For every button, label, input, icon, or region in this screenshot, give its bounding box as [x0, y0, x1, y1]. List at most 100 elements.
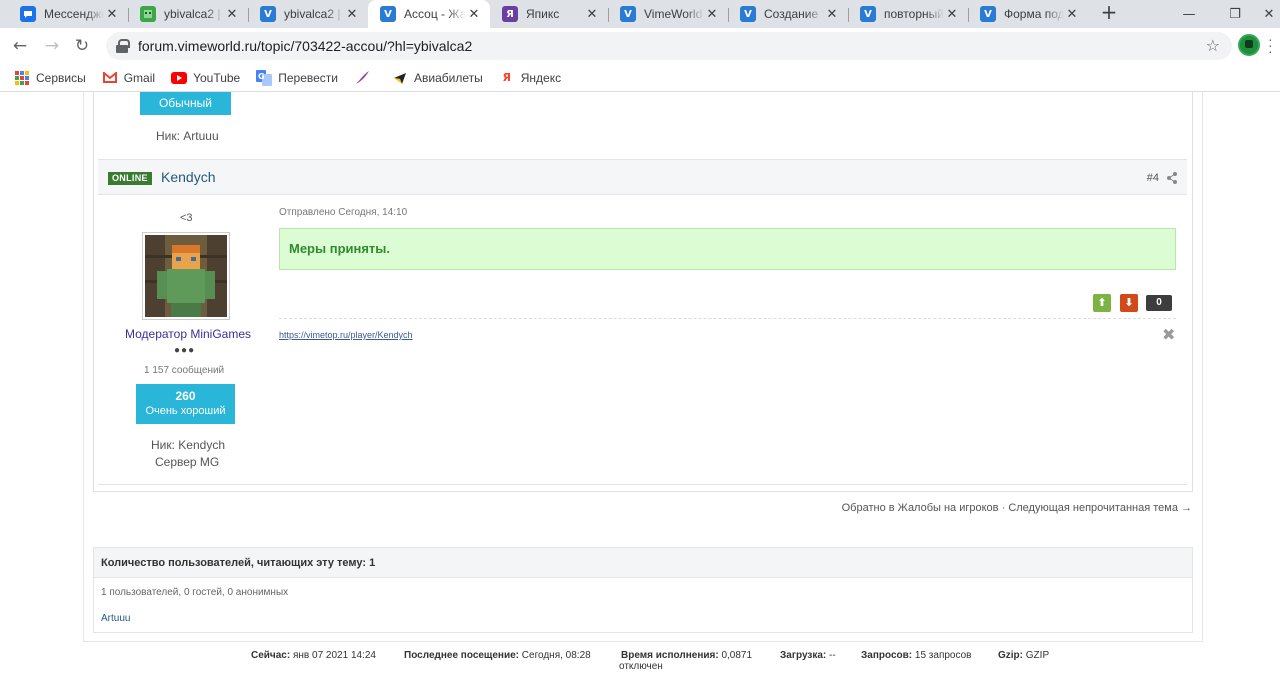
tab-title: Форма подачи: [1004, 7, 1064, 21]
browser-menu-icon[interactable]: · · ·: [1268, 32, 1273, 58]
bookmark-gmail[interactable]: Gmail: [102, 70, 155, 86]
stat-value: 15 запросов: [914, 650, 972, 661]
bookmark-services[interactable]: Сервисы: [14, 70, 86, 86]
close-tab-icon[interactable]: ✕: [224, 7, 240, 22]
tab-repeat[interactable]: V повторный ✕: [848, 0, 968, 28]
active-readers-box: Количество пользователей, читающих эту т…: [93, 547, 1193, 633]
tab-title: Создание темы: [764, 7, 824, 21]
footer-gzip-state: отключен: [619, 661, 663, 672]
back-to-forum-link[interactable]: Обратно в Жалобы на игроков: [842, 502, 999, 514]
tab-create-topic[interactable]: V Создание темы ✕: [728, 0, 848, 28]
close-tab-icon[interactable]: ✕: [704, 7, 720, 22]
stat-value: GZIP: [1025, 650, 1050, 661]
close-tab-icon[interactable]: ✕: [944, 7, 960, 22]
active-reader-link[interactable]: Artuuu: [101, 613, 130, 624]
user-nick: Ник: Kendych: [151, 438, 225, 452]
tab-strip: Мессенджер ✕ ybivalca2 | VimeWorld ✕ V y…: [0, 0, 1280, 28]
footer-now: Сейчас: янв 07 2021 14:24: [251, 650, 376, 661]
reputation-badge: 260 Очень хороший: [136, 384, 235, 424]
topic-navigation: Обратно в Жалобы на игроков · Следующая …: [842, 502, 1192, 514]
bookmark-yandex[interactable]: Я Яндекс: [499, 70, 561, 86]
new-tab-button[interactable]: +: [1098, 2, 1120, 24]
stat-label: Последнее посещение:: [404, 650, 520, 661]
rep-up-button[interactable]: ⬆: [1093, 294, 1111, 312]
share-icon[interactable]: [1167, 171, 1177, 184]
close-tab-icon[interactable]: ✕: [824, 7, 840, 22]
footer-last-visit: Последнее посещение: Сегодня, 08:28: [404, 650, 591, 661]
close-tab-icon[interactable]: ✕: [344, 7, 360, 22]
feather-icon: [354, 70, 370, 86]
apps-grid-icon: [14, 70, 30, 86]
bookmark-translate[interactable]: G Перевести: [256, 69, 338, 86]
tab-title: Мессенджер: [44, 7, 104, 21]
vimeworld-icon: V: [740, 6, 756, 22]
lock-icon[interactable]: [116, 39, 130, 53]
stat-value: янв 07 2021 14:24: [292, 650, 376, 661]
tab-assoc-active[interactable]: V Ассоц - Жалобы ✕: [368, 0, 490, 28]
tab-title: VimeWorld: [644, 7, 703, 21]
restore-button[interactable]: ❐: [1212, 0, 1258, 28]
bookmark-feather[interactable]: [354, 70, 376, 86]
ignore-signature-close-icon[interactable]: ✖: [1162, 325, 1175, 344]
message-text: Меры приняты.: [289, 241, 391, 256]
minimize-button[interactable]: —: [1166, 0, 1212, 28]
gmail-icon: [102, 70, 118, 86]
tab-title: ybivalca2 | VimeWorld: [164, 7, 224, 21]
stat-label: Загрузка:: [780, 650, 827, 661]
active-readers-header: Количество пользователей, читающих эту т…: [94, 548, 1192, 578]
bookmark-youtube[interactable]: YouTube: [171, 70, 240, 86]
tab-form[interactable]: V Форма подачи ✕: [968, 0, 1088, 28]
post-date: Отправлено Сегодня, 14:10: [279, 207, 408, 218]
active-readers-summary: 1 пользователей, 0 гостей, 0 анонимных: [101, 587, 289, 598]
url-text: forum.vimeworld.ru/topic/703422-accou/?h…: [138, 38, 473, 54]
bookmark-label: Яндекс: [520, 70, 562, 85]
next-unread-topic-link[interactable]: Следующая непрочитанная тема →: [1008, 502, 1192, 514]
forum-page: Обычный Ник: Artuuu ONLINE Kendych #4 <3: [0, 92, 1280, 680]
profile-avatar[interactable]: [1238, 34, 1260, 56]
close-tab-icon[interactable]: ✕: [584, 7, 600, 22]
post-number-link[interactable]: #4: [1147, 172, 1159, 184]
reputation-label: Очень хороший: [145, 405, 226, 417]
success-message-box: Меры приняты.: [279, 228, 1176, 270]
footer-load: Загрузка: --: [780, 650, 836, 661]
bookmarks-bar: Сервисы Gmail YouTube G Перевести Авиаби…: [0, 64, 1280, 92]
tab-messenger[interactable]: Мессенджер ✕: [8, 0, 128, 28]
rep-count-badge: 0: [1146, 295, 1172, 311]
nav-separator: ·: [998, 502, 1009, 514]
youtube-icon: [171, 70, 188, 86]
avatar[interactable]: [142, 232, 230, 320]
bookmark-avia[interactable]: Авиабилеты: [392, 70, 483, 86]
rep-down-button[interactable]: ⬇: [1120, 294, 1138, 312]
user-server: Сервер MG: [155, 455, 220, 469]
back-button[interactable]: ←: [8, 34, 32, 58]
address-bar[interactable]: forum.vimeworld.ru/topic/703422-accou/?h…: [106, 32, 1232, 60]
vimeworld-icon: V: [620, 6, 636, 22]
stat-value: 0,0871: [721, 650, 753, 661]
tab-vimeworld[interactable]: V VimeWorld ✕: [608, 0, 728, 28]
close-tab-icon[interactable]: ✕: [466, 7, 482, 22]
vimeworld-icon: V: [980, 6, 996, 22]
tab-title: повторный: [884, 7, 944, 21]
close-tab-icon[interactable]: ✕: [1064, 7, 1080, 22]
tab-ybivalca2-profile[interactable]: ybivalca2 | VimeWorld ✕: [128, 0, 248, 28]
forward-button[interactable]: →: [40, 34, 64, 58]
post-header: ONLINE Kendych #4: [98, 159, 1187, 195]
tab-title: Ассоц - Жалобы: [404, 7, 466, 21]
signature-link[interactable]: https://vimetop.ru/player/Kendych: [279, 330, 413, 340]
tab-yapix[interactable]: Я Япикс ✕: [490, 0, 608, 28]
close-window-button[interactable]: ✕: [1258, 0, 1280, 28]
vimeworld-icon: V: [380, 6, 396, 22]
prev-post-nick: Ник: Artuuu: [156, 129, 219, 143]
reload-button[interactable]: ↻: [70, 34, 94, 58]
close-tab-icon[interactable]: ✕: [104, 7, 120, 22]
footer-exec-time: Время исполнения: 0,0871: [621, 650, 752, 661]
tab-title: Япикс: [526, 7, 560, 21]
bookmark-label: Авиабилеты: [413, 70, 483, 85]
post-author-link[interactable]: Kendych: [161, 169, 215, 185]
yandex-icon: Я: [502, 71, 511, 84]
stat-label: Gzip:: [998, 650, 1023, 661]
user-group-link[interactable]: Модератор MiniGames: [125, 327, 251, 341]
tab-ybivalca2-account[interactable]: V ybivalca2 | Аккаунт ✕: [248, 0, 368, 28]
bookmark-star-icon[interactable]: ☆: [1206, 36, 1220, 55]
bookmark-label: Перевести: [278, 70, 338, 85]
